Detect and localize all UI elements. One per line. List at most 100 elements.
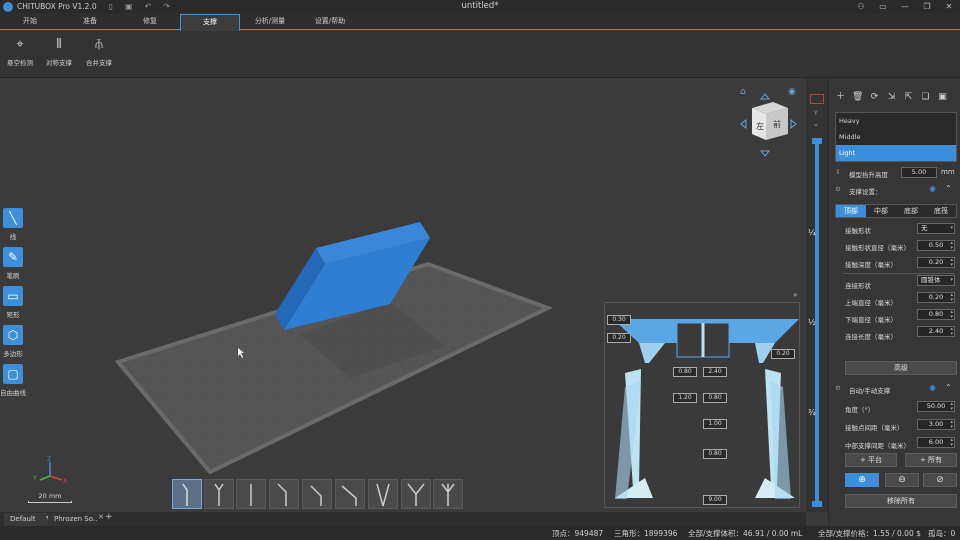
3d-viewport[interactable]: ⌂ ◉ 左 前 ▸ Z Y X 20 mm 0.30 0.20 0.20 0.8… (0, 78, 806, 512)
layout-icon[interactable]: ▭ (872, 0, 894, 13)
layer-slider[interactable]: Y ⌄ ¼ ½ ¾ (806, 78, 828, 512)
contact-depth-input[interactable]: 0.20 ▴ ▾ (917, 257, 955, 268)
diagram-value: 9.00 (703, 495, 727, 505)
preset-light[interactable]: Light (836, 145, 956, 161)
add-icon[interactable]: ＋ (835, 92, 846, 103)
preset-list[interactable]: Heavy Middle Light (835, 112, 957, 162)
tab-start[interactable]: 开始 (10, 14, 50, 30)
subtab-middle[interactable]: 中部 (866, 205, 896, 217)
tool-line[interactable]: ╲ 线 (3, 208, 23, 241)
symmetric-support-icon: ⫴ (56, 37, 62, 52)
app-logo-icon (3, 1, 13, 12)
rectangle-tool-icon: ▭ (3, 286, 23, 306)
remove-support-mode-button[interactable]: ⊖ (885, 473, 919, 487)
symmetric-support-button[interactable]: ⫴ 对称支撑 (39, 37, 79, 67)
eye-icon[interactable]: ◉ (929, 383, 936, 392)
collapse-icon[interactable]: ⌃ (945, 383, 952, 392)
add-tab-icon[interactable]: + (105, 512, 113, 522)
preset-middle[interactable]: Middle (836, 129, 956, 145)
add-support-mode-button[interactable]: ⊕ (845, 473, 879, 487)
new-file-icon[interactable]: ▯ (109, 2, 113, 11)
collapse-icon[interactable]: ⌃ (945, 184, 952, 193)
contact-shape-select[interactable]: 无 ▾ (917, 223, 955, 234)
collapse-arrow-icon[interactable]: ▸ (794, 290, 798, 299)
tab-settings-help[interactable]: 设置/帮助 (305, 14, 355, 30)
divider (843, 273, 955, 274)
tool-rectangle[interactable]: ▭ 矩形 (3, 286, 23, 319)
visibility-icon: ◉ (788, 87, 796, 97)
eye-icon[interactable]: ◉ (929, 184, 936, 193)
auto-manual-title: 自动/手动支撑 (849, 387, 891, 395)
tool-freeform[interactable]: ▢ 自由曲线 (0, 364, 26, 397)
svg-text:Z: Z (47, 456, 51, 463)
connect-shape-select[interactable]: 圆锥体 ▾ (917, 275, 955, 286)
slider-bottom-knob[interactable] (812, 501, 822, 507)
import-icon[interactable]: ⇲ (886, 92, 897, 103)
maximize-button[interactable]: ❐ (916, 0, 938, 13)
refresh-icon[interactable]: ⟳ (869, 92, 880, 103)
contact-spacing-input[interactable]: 3.00 ▴ ▾ (917, 419, 955, 430)
contact-diameter-input[interactable]: 0.50 ▴ ▾ (917, 240, 955, 251)
status-islands: 孤岛：0 (928, 529, 956, 538)
tool-brush[interactable]: ✎ 笔刷 (3, 247, 23, 280)
raise-height-label: 模型抬升高度 (849, 171, 888, 179)
support-shape-8-button[interactable] (401, 479, 431, 509)
tab-repair[interactable]: 修复 (130, 14, 170, 30)
save-preset-icon[interactable]: ▣ (937, 92, 948, 103)
angle-input[interactable]: 50.00 ▴ ▾ (917, 401, 955, 412)
support-shape-6-button[interactable] (335, 479, 365, 509)
add-all-button[interactable]: + 所有 (905, 453, 957, 467)
support-shape-4-button[interactable] (269, 479, 299, 509)
support-shape-7-button[interactable] (368, 479, 398, 509)
slider-top-knob[interactable] (812, 138, 822, 144)
support-diagram: 0.30 0.20 0.20 0.80 2.40 1.20 0.80 1.00 … (604, 302, 800, 508)
minimize-button[interactable]: — (894, 0, 916, 13)
support-shape-9-button[interactable] (433, 479, 463, 509)
svg-text:X: X (63, 478, 67, 485)
connect-length-input[interactable]: 2.40 ▴ ▾ (917, 326, 955, 337)
support-shape-1-button[interactable] (172, 479, 202, 509)
add-platform-button[interactable]: + 平台 (845, 453, 897, 467)
remove-all-button[interactable]: 移除所有 (845, 494, 957, 508)
app-name: CHITUBOX Pro V1.2.0 (17, 2, 97, 11)
lift-icon: ⇕ (835, 168, 841, 176)
support-shape-3-button[interactable] (236, 479, 266, 509)
subtab-raft[interactable]: 底筏 (926, 205, 956, 217)
redo-icon[interactable]: ↷ (163, 2, 170, 11)
slider-chevron-icon[interactable]: ⌄ (813, 120, 819, 128)
tab-analysis[interactable]: 分析/测量 (245, 14, 295, 30)
contact-diameter-label: 接触形状直径（毫米） (845, 244, 910, 252)
advanced-button[interactable]: 高级 (845, 361, 957, 375)
profile-tab-default[interactable]: Default (4, 513, 48, 526)
edit-support-mode-button[interactable]: ⊘ (923, 473, 957, 487)
slider-top-marker (810, 94, 824, 104)
mid-spacing-input[interactable]: 6.00 ▴ ▾ (917, 437, 955, 448)
preset-heavy[interactable]: Heavy (836, 113, 956, 129)
undo-icon[interactable]: ↶ (145, 2, 152, 11)
subtab-bottom[interactable]: 底部 (896, 205, 926, 217)
contact-shape-label: 接触形状 (845, 227, 871, 235)
delete-icon[interactable]: 🗑 (852, 92, 863, 103)
rotate-left-icon (740, 118, 747, 130)
view-cube[interactable]: ⌂ ◉ 左 前 (738, 82, 798, 162)
close-tab-icon[interactable]: ✕ (98, 513, 104, 521)
copy-icon[interactable]: ❏ (920, 92, 931, 103)
merge-support-button[interactable]: ⫚ 合并支撑 (79, 37, 119, 67)
support-shape-2-button[interactable] (204, 479, 234, 509)
user-icon[interactable]: ⚇ (850, 0, 872, 13)
overhang-detect-button[interactable]: ⌖ 悬空检测 (0, 37, 40, 67)
tab-support[interactable]: 支撑 (180, 14, 240, 31)
export-icon[interactable]: ⇱ (903, 92, 914, 103)
upper-diameter-input[interactable]: 0.20 ▴ ▾ (917, 292, 955, 303)
subtab-top[interactable]: 顶部 (836, 205, 866, 217)
support-shape-5-button[interactable] (302, 479, 332, 509)
lower-diameter-input[interactable]: 0.80 ▴ ▾ (917, 309, 955, 320)
mid-spacing-label: 中部支撑间距（毫米） (845, 442, 910, 450)
close-button[interactable]: ✕ (938, 0, 960, 13)
tool-polygon[interactable]: ⬡ 多边形 (3, 325, 23, 358)
profile-tab-phrozen[interactable]: Phrozen So... (48, 513, 98, 526)
save-icon[interactable]: ▣ (125, 2, 133, 11)
tab-prepare[interactable]: 准备 (70, 14, 110, 30)
upper-diameter-label: 上端直径（毫米） (845, 299, 897, 307)
raise-height-input[interactable]: 5.00 (901, 167, 937, 178)
